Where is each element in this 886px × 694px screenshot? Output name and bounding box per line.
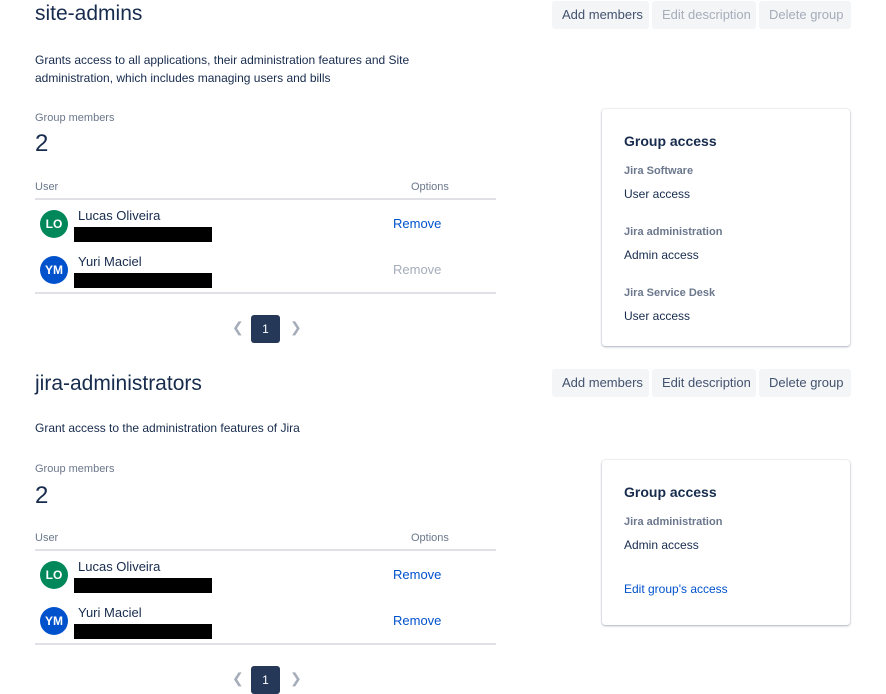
delete-group-button: Delete group <box>759 1 851 29</box>
column-header-user: User <box>35 532 59 544</box>
access-level: User access <box>624 309 691 323</box>
group-description: Grants access to all applications, their… <box>35 53 410 85</box>
user-name[interactable]: Lucas Oliveira <box>78 208 160 223</box>
column-header-user: User <box>35 181 59 193</box>
access-item: Jira administration Admin access <box>624 226 722 262</box>
group-title: jira-administrators <box>35 372 202 395</box>
delete-group-button[interactable]: Delete group <box>759 369 851 397</box>
user-name[interactable]: Yuri Maciel <box>78 605 142 620</box>
group-section-jira-administrators: jira-administrators Add members Edit des… <box>0 352 886 694</box>
access-level: User access <box>624 187 691 201</box>
redacted-email <box>74 273 212 288</box>
edit-description-button: Edit description <box>652 1 756 29</box>
chevron-left-icon[interactable]: ❮ <box>232 670 244 687</box>
group-access-panel: Group access Jira administration Admin a… <box>602 460 850 625</box>
column-header-options: Options <box>411 532 449 544</box>
avatar[interactable]: YM <box>40 256 68 284</box>
redacted-email <box>74 624 212 639</box>
table-row: YM Yuri Maciel Remove <box>35 597 496 645</box>
avatar[interactable]: YM <box>40 607 68 635</box>
group-members-label: Group members <box>35 112 115 124</box>
remove-button[interactable]: Remove <box>393 216 441 231</box>
page-button[interactable]: 1 <box>251 666 280 694</box>
chevron-right-icon[interactable]: ❯ <box>290 670 302 687</box>
edit-description-button[interactable]: Edit description <box>652 369 756 397</box>
group-access-title: Group access <box>624 133 717 149</box>
group-access-title: Group access <box>624 484 717 500</box>
table-row: YM Yuri Maciel Remove <box>35 246 496 294</box>
remove-button: Remove <box>393 262 442 277</box>
table-header: User Options <box>35 531 496 551</box>
avatar[interactable]: LO <box>40 561 68 589</box>
access-product: Jira Service Desk <box>624 287 716 299</box>
members-table: User Options LO Lucas Oliveira Remove YM… <box>35 180 496 294</box>
column-header-options: Options <box>411 181 449 193</box>
redacted-email <box>74 227 212 242</box>
add-members-button[interactable]: Add members <box>552 1 649 29</box>
group-title: site-admins <box>35 2 143 25</box>
access-level: Admin access <box>624 538 699 552</box>
access-item: Jira Service Desk User access <box>624 287 715 323</box>
group-section-site-admins: site-admins Add members Edit description… <box>0 0 886 352</box>
page-button[interactable]: 1 <box>251 315 280 343</box>
access-product: Jira Software <box>624 165 694 177</box>
table-row: LO Lucas Oliveira Remove <box>35 200 496 246</box>
members-table: User Options LO Lucas Oliveira Remove YM… <box>35 531 496 645</box>
avatar[interactable]: LO <box>40 210 68 238</box>
user-name[interactable]: Yuri Maciel <box>78 254 142 269</box>
add-members-button[interactable]: Add members <box>552 369 649 397</box>
table-header: User Options <box>35 180 496 200</box>
group-description: Grant access to the administration featu… <box>35 421 300 435</box>
group-access-panel: Group access Jira Software User access J… <box>602 109 850 346</box>
chevron-right-icon[interactable]: ❯ <box>290 319 302 336</box>
access-item: Jira Software User access <box>624 165 693 201</box>
access-product: Jira administration <box>624 516 723 528</box>
access-product: Jira administration <box>624 226 723 238</box>
table-row: LO Lucas Oliveira Remove <box>35 551 496 597</box>
group-members-label: Group members <box>35 463 115 475</box>
user-name[interactable]: Lucas Oliveira <box>78 559 160 574</box>
edit-group-access-link[interactable]: Edit group's access <box>624 582 728 596</box>
access-level: Admin access <box>624 248 699 262</box>
remove-button[interactable]: Remove <box>393 567 441 582</box>
access-item: Jira administration Admin access <box>624 516 722 552</box>
redacted-email <box>74 578 212 593</box>
remove-button[interactable]: Remove <box>393 613 441 628</box>
group-members-count: 2 <box>35 130 49 157</box>
group-members-count: 2 <box>35 482 49 509</box>
chevron-left-icon[interactable]: ❮ <box>232 319 244 336</box>
